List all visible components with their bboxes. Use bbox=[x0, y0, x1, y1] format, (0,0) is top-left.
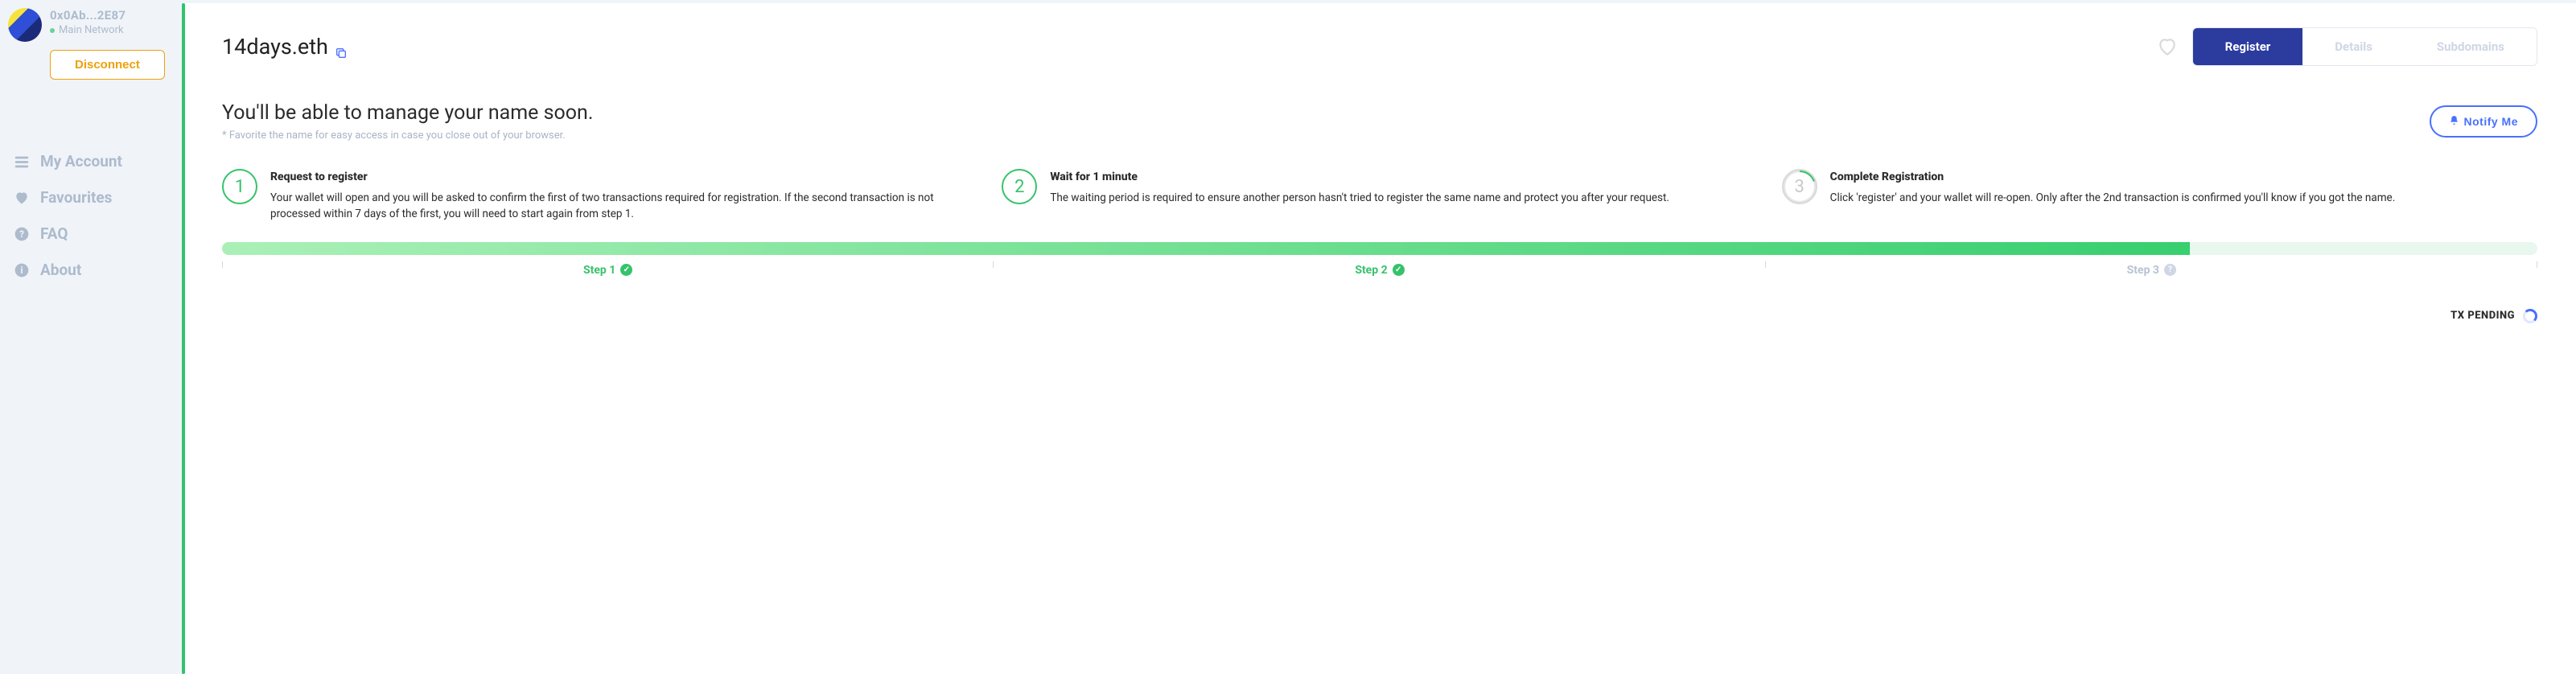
step-body: Request to register Your wallet will ope… bbox=[270, 169, 977, 223]
network-label: Main Network bbox=[59, 24, 124, 36]
step-2: 2 Wait for 1 minute The waiting period i… bbox=[1002, 169, 1757, 223]
avatar bbox=[8, 8, 42, 42]
progress-fill bbox=[222, 242, 2190, 255]
bell-icon bbox=[2449, 115, 2459, 128]
step-label-segment-3: Step 3 ? bbox=[1766, 266, 2537, 282]
wallet-network: Main Network bbox=[50, 24, 126, 36]
step-num: 2 bbox=[1014, 177, 1024, 197]
tx-pending-label: TX PENDING bbox=[2450, 310, 2515, 322]
wallet-meta: 0x0Ab...2E87 Main Network bbox=[50, 8, 126, 36]
nav-item-faq[interactable]: ? FAQ bbox=[13, 224, 174, 243]
nav-label: About bbox=[40, 261, 81, 279]
info-circle-icon: i bbox=[13, 261, 31, 279]
step-body: Complete Registration Click 'register' a… bbox=[1830, 169, 2396, 223]
content: 14days.eth Register Details Subdomains Y… bbox=[185, 3, 2576, 674]
tabs: Register Details Subdomains bbox=[2192, 27, 2537, 66]
wallet-block: 0x0Ab...2E87 Main Network bbox=[8, 0, 174, 48]
nav-label: My Account bbox=[40, 152, 122, 171]
step-label-1: Step 1 ✓ bbox=[575, 264, 640, 277]
step-label-segment-1: Step 1 ✓ bbox=[222, 266, 994, 282]
heart-icon bbox=[13, 189, 31, 207]
content-wrap: 14days.eth Register Details Subdomains Y… bbox=[182, 0, 2576, 674]
hamburger-icon bbox=[13, 153, 31, 171]
notify-me-button[interactable]: Notify Me bbox=[2430, 105, 2538, 138]
step-1: 1 Request to register Your wallet will o… bbox=[222, 169, 977, 223]
step-number-circle: 3 bbox=[1782, 169, 1817, 204]
wallet-address: 0x0Ab...2E87 bbox=[50, 8, 126, 23]
step-label-text: Step 2 bbox=[1355, 264, 1387, 277]
step-description: Your wallet will open and you will be as… bbox=[270, 190, 977, 223]
svg-text:?: ? bbox=[19, 228, 24, 240]
step-label-3: Step 3 ? bbox=[2119, 264, 2184, 277]
step-title: Request to register bbox=[270, 169, 977, 186]
step-label-2: Step 2 ✓ bbox=[1347, 264, 1412, 277]
network-status-dot bbox=[50, 28, 55, 33]
spinner-icon bbox=[2523, 309, 2537, 323]
check-circle-icon: ✓ bbox=[620, 264, 632, 276]
step-title: Wait for 1 minute bbox=[1050, 169, 1669, 186]
step-number-circle: 1 bbox=[222, 169, 257, 204]
step-num: 3 bbox=[1794, 177, 1804, 197]
step-description: The waiting period is required to ensure… bbox=[1050, 190, 1669, 206]
step-label-text: Step 3 bbox=[2127, 264, 2159, 277]
step-label-segment-2: Step 2 ✓ bbox=[994, 266, 1765, 282]
tab-subdomains[interactable]: Subdomains bbox=[2405, 28, 2537, 65]
nav-item-about[interactable]: i About bbox=[13, 261, 174, 279]
nav-label: FAQ bbox=[40, 224, 68, 243]
section-head-text: You'll be able to manage your name soon.… bbox=[222, 101, 593, 142]
svg-text:i: i bbox=[20, 265, 23, 276]
step-3: 3 Complete Registration Click 'register'… bbox=[1782, 169, 2537, 223]
nav-label: Favourites bbox=[40, 188, 112, 207]
disconnect-button[interactable]: Disconnect bbox=[50, 50, 165, 80]
check-circle-icon: ✓ bbox=[1393, 264, 1405, 276]
step-labels: Step 1 ✓ Step 2 ✓ Step 3 ? bbox=[222, 266, 2537, 282]
step-number-circle: 2 bbox=[1002, 169, 1037, 204]
header-row: 14days.eth Register Details Subdomains bbox=[222, 27, 2537, 66]
tab-register[interactable]: Register bbox=[2193, 28, 2303, 65]
domain-title: 14days.eth bbox=[222, 34, 349, 60]
step-body: Wait for 1 minute The waiting period is … bbox=[1050, 169, 1669, 223]
nav: My Account Favourites ? FAQ i About bbox=[8, 152, 174, 279]
step-title: Complete Registration bbox=[1830, 169, 2396, 186]
section-title: You'll be able to manage your name soon. bbox=[222, 101, 593, 125]
tab-details[interactable]: Details bbox=[2302, 28, 2405, 65]
step-label-text: Step 1 bbox=[583, 264, 615, 277]
step-num: 1 bbox=[235, 177, 245, 197]
sidebar: 0x0Ab...2E87 Main Network Disconnect My … bbox=[0, 0, 182, 674]
notify-label: Notify Me bbox=[2464, 115, 2519, 128]
progress-bar bbox=[222, 242, 2537, 255]
active-indicator bbox=[182, 3, 185, 674]
question-circle-icon: ? bbox=[2164, 264, 2176, 276]
question-circle-icon: ? bbox=[13, 225, 31, 243]
step-description: Click 'register' and your wallet will re… bbox=[1830, 190, 2396, 206]
nav-item-favourites[interactable]: Favourites bbox=[13, 188, 174, 207]
section-head: You'll be able to manage your name soon.… bbox=[222, 101, 2537, 142]
section-subtitle: * Favorite the name for easy access in c… bbox=[222, 129, 593, 142]
domain-name: 14days.eth bbox=[222, 34, 328, 60]
nav-item-my-account[interactable]: My Account bbox=[13, 152, 174, 171]
tx-pending-row: TX PENDING bbox=[222, 309, 2537, 323]
steps-row: 1 Request to register Your wallet will o… bbox=[222, 169, 2537, 223]
favourite-heart-icon[interactable] bbox=[2157, 36, 2178, 57]
header-right: Register Details Subdomains bbox=[2157, 27, 2537, 66]
copy-icon[interactable] bbox=[335, 39, 349, 54]
